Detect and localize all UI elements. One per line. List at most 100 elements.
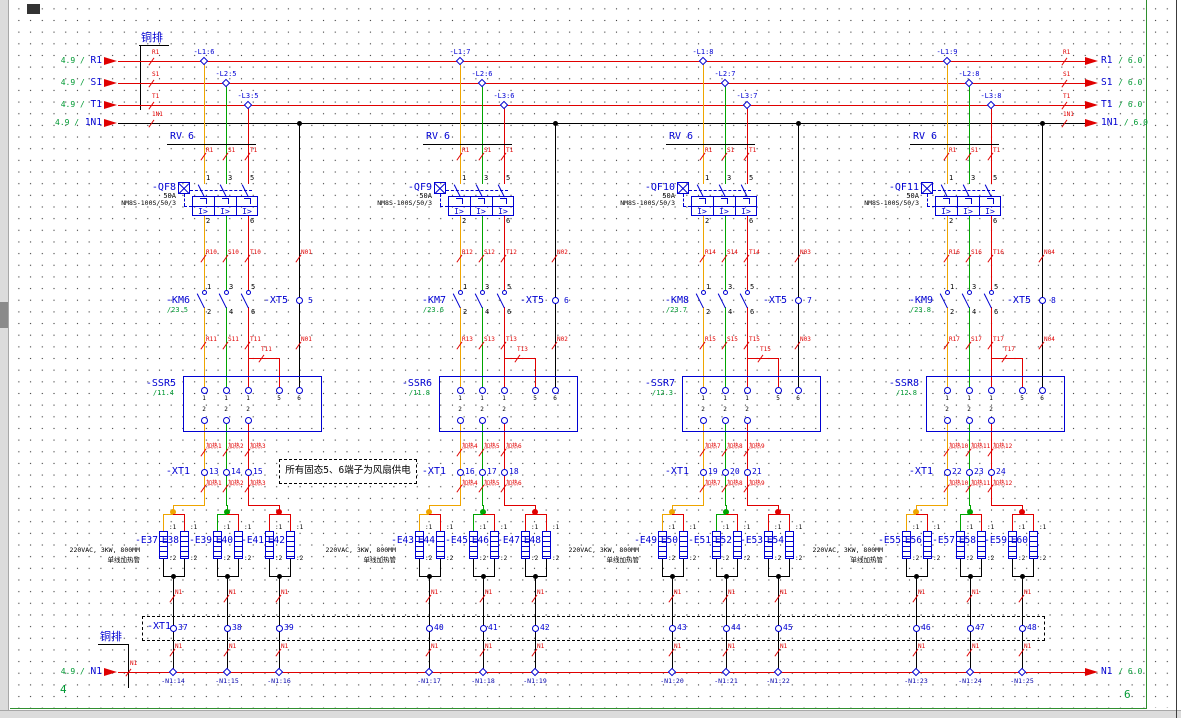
branch-wire: [906, 514, 907, 531]
xt1-terminal-number: 18: [509, 467, 519, 476]
branch-wire: [981, 514, 982, 531]
heater-terminal: :1: [722, 525, 729, 532]
bus-right-label-t1: T1 / 6.0: [1101, 100, 1142, 111]
xt5-label: -XT5: [741, 295, 787, 307]
group-header: RV 6: [669, 131, 693, 143]
terminal-circle-icon: [1019, 625, 1026, 632]
wire-l2: [725, 476, 726, 506]
wire-tag: N1: [281, 644, 288, 651]
contact-number: 5: [251, 283, 255, 291]
ssr-terminal-number: 1: [455, 396, 465, 403]
tap-label: -L2:8: [947, 70, 991, 78]
wire-l2: [226, 476, 227, 506]
pole-number: 1: [206, 174, 210, 182]
busbar-underline-top: [139, 45, 169, 46]
contact-number: 5: [750, 283, 754, 291]
wire-l3: [991, 216, 992, 290]
heater-label: E50: [642, 536, 678, 547]
branch-wire: [662, 514, 663, 531]
wire-tag: 加热12: [993, 444, 1012, 451]
heater-terminal: :2: [722, 556, 729, 563]
terminal-circle-icon: [795, 297, 802, 304]
wire-tag: N04: [1044, 250, 1055, 257]
wire-tag: R1: [949, 148, 956, 155]
xt5-terminal-number: 7: [807, 296, 812, 305]
contactor-ref: /23.6: [394, 306, 444, 314]
dot-grid: [10, 2, 1174, 708]
contact-terminal-icon: [224, 290, 229, 295]
group-header-rule: [167, 144, 256, 145]
terminal-circle-icon: [988, 469, 995, 476]
return-wire: [768, 559, 769, 576]
left-panel-handle[interactable]: [0, 302, 8, 328]
wire-tag: N02: [557, 337, 568, 344]
contact-number: 2: [950, 308, 954, 316]
bus-right-label-n1: N1 / 6.0: [1101, 667, 1142, 678]
heater-terminal: :1: [933, 525, 940, 532]
wire-tag: N03: [800, 337, 811, 344]
heater-terminal: :2: [912, 556, 919, 563]
heater-label: E38: [143, 536, 179, 547]
xt1-label: -XT1: [883, 466, 933, 478]
breaker-link-dashed: [683, 206, 691, 207]
wire-l3: [747, 216, 748, 290]
breaker-model: NM8S-100S/50/3: [348, 200, 432, 207]
wire-tag: N1: [1024, 644, 1031, 651]
heater-terminal: :1: [425, 525, 432, 532]
return-wire: [419, 559, 420, 576]
cad-drawing-canvas[interactable]: 4 6 铜排 铜排 4.9 / R1 R1 R1 R1 / 6.0 4.9 / …: [0, 0, 1181, 718]
wire-tag: N1: [780, 644, 787, 651]
wire-tag: T11: [261, 347, 272, 354]
return-wire: [440, 559, 441, 576]
ssr-terminal-number: 1: [742, 396, 752, 403]
contact-number: 1: [207, 283, 211, 291]
ssr-terminal-icon: [501, 387, 508, 394]
terminal-circle-icon: [479, 469, 486, 476]
wire-tag: N1: [674, 590, 681, 597]
bus-arrow-left: [104, 119, 117, 127]
contact-terminal-icon: [745, 290, 750, 295]
wire-l1: [947, 216, 948, 290]
heater-terminal: :1: [668, 525, 675, 532]
xt1-label: -XT1: [639, 466, 689, 478]
heater-terminal: :1: [774, 525, 781, 532]
wire-l2: [482, 216, 483, 290]
xt1-bottom-number: 38: [232, 623, 242, 632]
contactor-label: -KM7: [394, 295, 446, 307]
wire-l3: [504, 216, 505, 290]
group-header: RV 6: [913, 131, 937, 143]
feed-wire: [747, 505, 779, 506]
bus-left-ref: 4.9 /: [61, 56, 85, 65]
wire-l1: [204, 307, 205, 387]
wire-l1: [703, 476, 704, 506]
bus-line-n1: [118, 672, 1085, 673]
wire-tag: 加热6: [506, 481, 522, 488]
wire-tag: 加热10: [949, 444, 968, 451]
branch-wire: [227, 514, 238, 515]
wire-tag: 加热4: [462, 444, 478, 451]
ssr-terminal-icon: [722, 387, 729, 394]
heater-terminal: :1: [275, 525, 282, 532]
wire-l1: [460, 476, 461, 506]
wire-tag: N1: [431, 644, 438, 651]
bus-arrow-left: [104, 57, 117, 65]
ssr-terminal-icon: [744, 417, 751, 424]
app-corner-icon[interactable]: [27, 4, 40, 14]
bus-arrow-right: [1085, 79, 1098, 87]
wire-tag: S1: [484, 148, 491, 155]
wire-tag: S1: [228, 148, 235, 155]
wire-tag: N1: [130, 661, 137, 668]
ssr-terminal-icon: [479, 387, 486, 394]
ssr-box: [926, 376, 1065, 432]
fan-jumper-wire: [991, 358, 1023, 359]
wire-tag: S1: [727, 148, 734, 155]
heater-terminal: :1: [743, 525, 750, 532]
tap-label: -L2:7: [703, 70, 747, 78]
pole-number: 6: [506, 217, 510, 225]
pole-number: 2: [705, 217, 709, 225]
branch-wire: [419, 514, 420, 531]
xt1-bottom-number: 41: [488, 623, 498, 632]
contact-terminal-icon: [701, 290, 706, 295]
bus-left-label-r1: 4.9 / R1: [28, 56, 102, 67]
wire-tag: N1: [780, 590, 787, 597]
